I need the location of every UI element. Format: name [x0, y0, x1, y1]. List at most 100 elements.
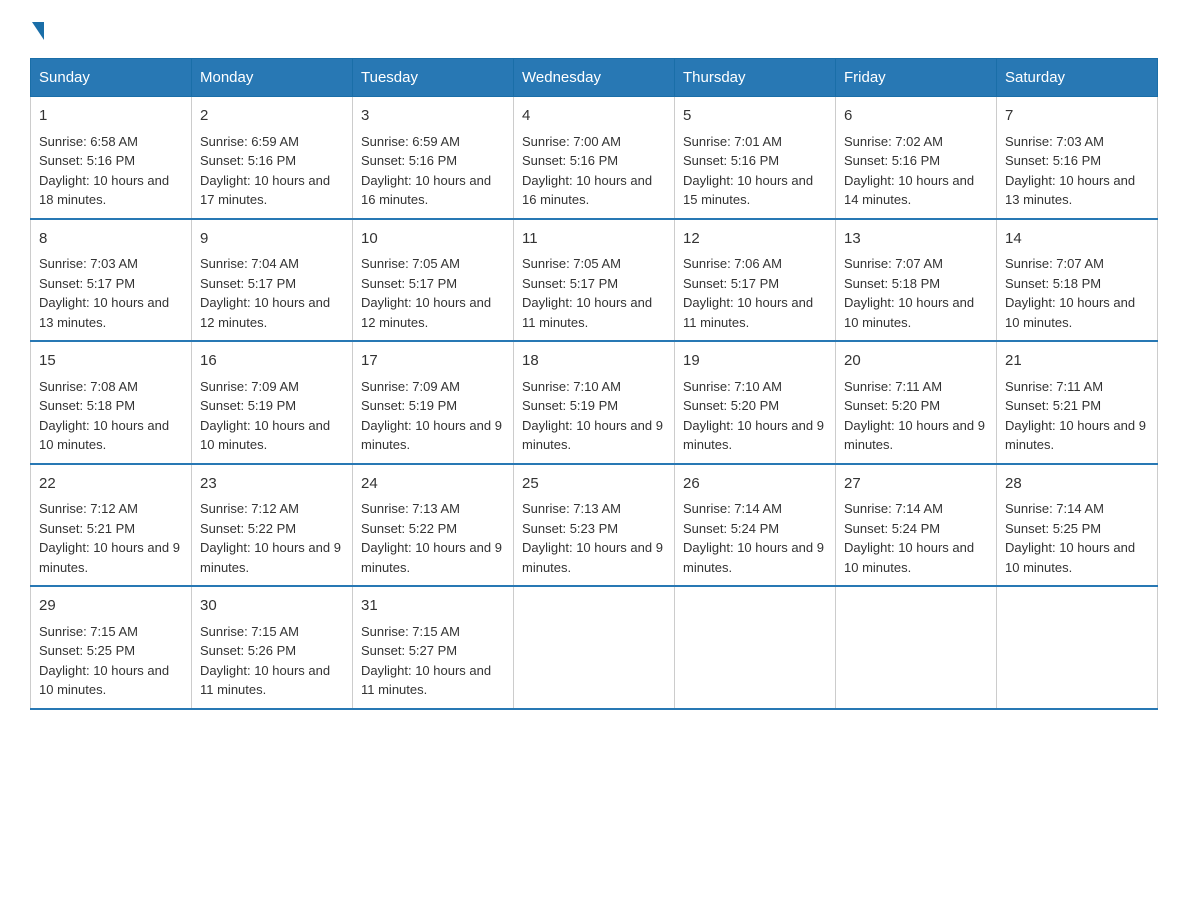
day-info: Sunrise: 6:59 AMSunset: 5:16 PMDaylight:…: [361, 134, 491, 208]
day-number: 14: [1005, 228, 1149, 251]
table-row: 27 Sunrise: 7:14 AMSunset: 5:24 PMDayligh…: [836, 464, 997, 587]
col-header-sunday: Sunday: [31, 59, 192, 97]
day-number: 20: [844, 350, 988, 373]
day-number: 31: [361, 595, 505, 618]
table-row: 19 Sunrise: 7:10 AMSunset: 5:20 PMDayligh…: [675, 341, 836, 464]
day-number: 30: [200, 595, 344, 618]
day-number: 8: [39, 228, 183, 251]
day-info: Sunrise: 6:58 AMSunset: 5:16 PMDaylight:…: [39, 134, 169, 208]
calendar-week-row: 15 Sunrise: 7:08 AMSunset: 5:18 PMDayligh…: [31, 341, 1158, 464]
table-row: 9 Sunrise: 7:04 AMSunset: 5:17 PMDaylight…: [192, 219, 353, 342]
day-number: 16: [200, 350, 344, 373]
table-row: 6 Sunrise: 7:02 AMSunset: 5:16 PMDaylight…: [836, 97, 997, 219]
table-row: [675, 586, 836, 709]
calendar-week-row: 8 Sunrise: 7:03 AMSunset: 5:17 PMDaylight…: [31, 219, 1158, 342]
day-info: Sunrise: 7:10 AMSunset: 5:20 PMDaylight:…: [683, 379, 824, 453]
day-number: 27: [844, 473, 988, 496]
table-row: 23 Sunrise: 7:12 AMSunset: 5:22 PMDayligh…: [192, 464, 353, 587]
day-number: 22: [39, 473, 183, 496]
day-info: Sunrise: 7:04 AMSunset: 5:17 PMDaylight:…: [200, 256, 330, 330]
day-number: 4: [522, 105, 666, 128]
table-row: 13 Sunrise: 7:07 AMSunset: 5:18 PMDayligh…: [836, 219, 997, 342]
calendar-week-row: 29 Sunrise: 7:15 AMSunset: 5:25 PMDayligh…: [31, 586, 1158, 709]
table-row: 4Sunrise: 7:00 AMSunset: 5:16 PMDaylight…: [514, 97, 675, 219]
table-row: 29 Sunrise: 7:15 AMSunset: 5:25 PMDayligh…: [31, 586, 192, 709]
table-row: 20 Sunrise: 7:11 AMSunset: 5:20 PMDayligh…: [836, 341, 997, 464]
day-info: Sunrise: 7:06 AMSunset: 5:17 PMDaylight:…: [683, 256, 813, 330]
day-info: Sunrise: 7:03 AMSunset: 5:17 PMDaylight:…: [39, 256, 169, 330]
day-number: 24: [361, 473, 505, 496]
day-info: Sunrise: 7:15 AMSunset: 5:25 PMDaylight:…: [39, 624, 169, 698]
table-row: [836, 586, 997, 709]
calendar-table: Sunday Monday Tuesday Wednesday Thursday…: [30, 58, 1158, 710]
day-number: 17: [361, 350, 505, 373]
day-info: Sunrise: 6:59 AMSunset: 5:16 PMDaylight:…: [200, 134, 330, 208]
day-number: 19: [683, 350, 827, 373]
day-number: 7: [1005, 105, 1149, 128]
day-info: Sunrise: 7:11 AMSunset: 5:21 PMDaylight:…: [1005, 379, 1146, 453]
table-row: 7 Sunrise: 7:03 AMSunset: 5:16 PMDaylight…: [997, 97, 1158, 219]
table-row: 2 Sunrise: 6:59 AMSunset: 5:16 PMDaylight…: [192, 97, 353, 219]
table-row: 11 Sunrise: 7:05 AMSunset: 5:17 PMDayligh…: [514, 219, 675, 342]
col-header-friday: Friday: [836, 59, 997, 97]
day-number: 3: [361, 105, 505, 128]
table-row: 24Sunrise: 7:13 AMSunset: 5:22 PMDayligh…: [353, 464, 514, 587]
day-number: 12: [683, 228, 827, 251]
day-number: 6: [844, 105, 988, 128]
logo: [30, 20, 44, 38]
table-row: 1Sunrise: 6:58 AMSunset: 5:16 PMDaylight…: [31, 97, 192, 219]
calendar-week-row: 22 Sunrise: 7:12 AMSunset: 5:21 PMDayligh…: [31, 464, 1158, 587]
col-header-tuesday: Tuesday: [353, 59, 514, 97]
calendar-week-row: 1Sunrise: 6:58 AMSunset: 5:16 PMDaylight…: [31, 97, 1158, 219]
day-number: 26: [683, 473, 827, 496]
logo-arrow-icon: [32, 22, 44, 40]
table-row: 3 Sunrise: 6:59 AMSunset: 5:16 PMDaylight…: [353, 97, 514, 219]
day-info: Sunrise: 7:05 AMSunset: 5:17 PMDaylight:…: [361, 256, 491, 330]
table-row: 31 Sunrise: 7:15 AMSunset: 5:27 PMDayligh…: [353, 586, 514, 709]
day-info: Sunrise: 7:09 AMSunset: 5:19 PMDaylight:…: [361, 379, 502, 453]
day-info: Sunrise: 7:14 AMSunset: 5:25 PMDaylight:…: [1005, 501, 1135, 575]
table-row: 18 Sunrise: 7:10 AMSunset: 5:19 PMDayligh…: [514, 341, 675, 464]
day-info: Sunrise: 7:14 AMSunset: 5:24 PMDaylight:…: [844, 501, 974, 575]
day-number: 29: [39, 595, 183, 618]
day-info: Sunrise: 7:02 AMSunset: 5:16 PMDaylight:…: [844, 134, 974, 208]
day-number: 13: [844, 228, 988, 251]
day-info: Sunrise: 7:14 AMSunset: 5:24 PMDaylight:…: [683, 501, 824, 575]
day-info: Sunrise: 7:09 AMSunset: 5:19 PMDaylight:…: [200, 379, 330, 453]
table-row: 25Sunrise: 7:13 AMSunset: 5:23 PMDayligh…: [514, 464, 675, 587]
col-header-saturday: Saturday: [997, 59, 1158, 97]
table-row: 16 Sunrise: 7:09 AMSunset: 5:19 PMDayligh…: [192, 341, 353, 464]
col-header-monday: Monday: [192, 59, 353, 97]
day-number: 10: [361, 228, 505, 251]
day-number: 9: [200, 228, 344, 251]
day-info: Sunrise: 7:07 AMSunset: 5:18 PMDaylight:…: [844, 256, 974, 330]
day-info: Sunrise: 7:08 AMSunset: 5:18 PMDaylight:…: [39, 379, 169, 453]
day-number: 15: [39, 350, 183, 373]
table-row: [514, 586, 675, 709]
day-number: 2: [200, 105, 344, 128]
table-row: 26 Sunrise: 7:14 AMSunset: 5:24 PMDayligh…: [675, 464, 836, 587]
day-number: 23: [200, 473, 344, 496]
day-number: 21: [1005, 350, 1149, 373]
col-header-wednesday: Wednesday: [514, 59, 675, 97]
table-row: 28 Sunrise: 7:14 AMSunset: 5:25 PMDayligh…: [997, 464, 1158, 587]
day-info: Sunrise: 7:10 AMSunset: 5:19 PMDaylight:…: [522, 379, 663, 453]
day-info: Sunrise: 7:15 AMSunset: 5:27 PMDaylight:…: [361, 624, 491, 698]
day-info: Sunrise: 7:11 AMSunset: 5:20 PMDaylight:…: [844, 379, 985, 453]
page-header: [30, 20, 1158, 38]
day-number: 25: [522, 473, 666, 496]
day-info: Sunrise: 7:07 AMSunset: 5:18 PMDaylight:…: [1005, 256, 1135, 330]
day-info: Sunrise: 7:12 AMSunset: 5:22 PMDaylight:…: [200, 501, 341, 575]
day-number: 11: [522, 228, 666, 251]
day-info: Sunrise: 7:05 AMSunset: 5:17 PMDaylight:…: [522, 256, 652, 330]
table-row: 12 Sunrise: 7:06 AMSunset: 5:17 PMDayligh…: [675, 219, 836, 342]
day-info: Sunrise: 7:03 AMSunset: 5:16 PMDaylight:…: [1005, 134, 1135, 208]
day-number: 18: [522, 350, 666, 373]
day-info: Sunrise: 7:12 AMSunset: 5:21 PMDaylight:…: [39, 501, 180, 575]
table-row: 5Sunrise: 7:01 AMSunset: 5:16 PMDaylight…: [675, 97, 836, 219]
day-info: Sunrise: 7:01 AMSunset: 5:16 PMDaylight:…: [683, 134, 813, 208]
col-header-thursday: Thursday: [675, 59, 836, 97]
calendar-header-row: Sunday Monday Tuesday Wednesday Thursday…: [31, 59, 1158, 97]
table-row: 14 Sunrise: 7:07 AMSunset: 5:18 PMDayligh…: [997, 219, 1158, 342]
day-number: 28: [1005, 473, 1149, 496]
